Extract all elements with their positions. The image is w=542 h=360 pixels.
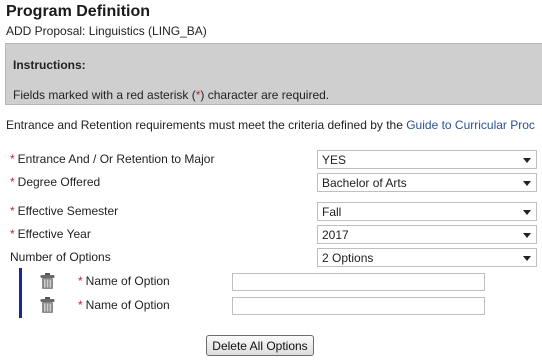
num-options-label: Number of Options <box>10 250 111 264</box>
entrance-select[interactable]: YES <box>317 150 537 169</box>
chevron-down-icon <box>523 158 531 163</box>
semester-label-text: Effective Semester <box>17 204 119 218</box>
option-1-name-input[interactable] <box>232 273 485 291</box>
year-select[interactable]: 2017 <box>317 225 537 244</box>
entrance-label: * Entrance And / Or Retention to Major <box>10 152 214 166</box>
chevron-down-icon <box>523 210 531 215</box>
criteria-text: Entrance and Retention requirements must… <box>6 118 407 132</box>
trash-icon[interactable] <box>40 273 55 289</box>
required-asterisk: * <box>78 274 83 288</box>
semester-select[interactable]: Fall <box>317 202 537 221</box>
degree-label: * Degree Offered <box>10 175 100 189</box>
year-select-value: 2017 <box>322 228 349 242</box>
criteria-note: Entrance and Retention requirements must… <box>6 118 535 132</box>
option-2-label: * Name of Option <box>78 298 170 312</box>
num-options-select-value: 2 Options <box>322 251 374 265</box>
option-1-label-text: Name of Option <box>85 274 170 288</box>
trash-icon[interactable] <box>40 297 55 313</box>
page-title: Program Definition <box>6 3 151 20</box>
degree-select-value: Bachelor of Arts <box>322 176 407 190</box>
instructions-text-after: ) character are required. <box>200 88 330 102</box>
entrance-label-text: Entrance And / Or Retention to Major <box>17 152 215 166</box>
chevron-down-icon <box>523 233 531 238</box>
semester-label: * Effective Semester <box>10 204 118 218</box>
required-asterisk: * <box>10 227 15 241</box>
num-options-select[interactable]: 2 Options <box>317 248 537 267</box>
required-asterisk: * <box>78 298 83 312</box>
semester-select-value: Fall <box>322 205 342 219</box>
chevron-down-icon <box>523 181 531 186</box>
option-1-label: * Name of Option <box>78 274 170 288</box>
required-asterisk: * <box>10 152 15 166</box>
instructions-text: Fields marked with a red asterisk (*) ch… <box>13 88 329 102</box>
entrance-select-value: YES <box>322 153 347 167</box>
instructions-heading: Instructions: <box>13 58 86 72</box>
instructions-panel: Instructions: Fields marked with a red a… <box>5 43 542 105</box>
option-2-name-input[interactable] <box>232 297 485 315</box>
required-asterisk: * <box>10 175 15 189</box>
year-label-text: Effective Year <box>17 227 91 241</box>
required-asterisk: * <box>10 204 15 218</box>
year-label: * Effective Year <box>10 227 91 241</box>
options-group-bar <box>19 268 22 318</box>
chevron-down-icon <box>523 256 531 261</box>
curricular-guide-link[interactable]: Guide to Curricular Proc <box>406 118 535 132</box>
degree-select[interactable]: Bachelor of Arts <box>317 173 537 192</box>
delete-all-options-button[interactable]: Delete All Options <box>206 335 314 356</box>
proposal-subtitle: ADD Proposal: Linguistics (LING_BA) <box>6 24 207 38</box>
instructions-text-before: Fields marked with a red asterisk ( <box>13 88 196 102</box>
degree-label-text: Degree Offered <box>17 175 101 189</box>
option-2-label-text: Name of Option <box>85 298 170 312</box>
